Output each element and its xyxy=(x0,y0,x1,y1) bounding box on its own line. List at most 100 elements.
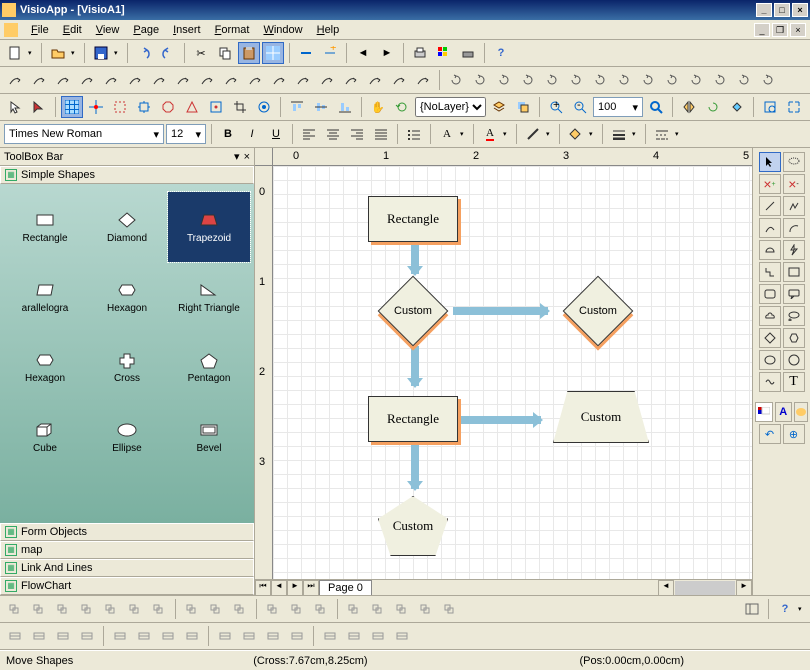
align-top-button[interactable] xyxy=(286,96,308,118)
bt1-17[interactable] xyxy=(439,598,461,620)
diamond-handle-button[interactable] xyxy=(205,96,227,118)
triangle-button[interactable] xyxy=(181,96,203,118)
dimensions-button[interactable] xyxy=(133,96,155,118)
menu-window[interactable]: Window xyxy=(256,22,309,38)
rp-back[interactable]: ↶ xyxy=(759,424,781,444)
bt1-4[interactable] xyxy=(100,598,122,620)
bt1-10[interactable] xyxy=(262,598,284,620)
page-tab[interactable]: Page 0 xyxy=(319,580,372,596)
bt2-4[interactable] xyxy=(109,625,131,647)
close-button[interactable]: × xyxy=(792,3,808,17)
prev-button[interactable]: ◄ xyxy=(352,42,374,64)
rp-line[interactable] xyxy=(759,196,781,216)
underline-button[interactable]: U xyxy=(265,123,287,145)
help-button[interactable]: ? xyxy=(490,42,512,64)
rp-text[interactable]: T xyxy=(783,372,805,392)
bt2-12[interactable] xyxy=(319,625,341,647)
bt1-7[interactable] xyxy=(181,598,203,620)
shape-cube[interactable]: Cube xyxy=(4,402,86,472)
refresh-button[interactable] xyxy=(391,96,413,118)
rotate-style-1[interactable] xyxy=(469,69,491,91)
bt1-16[interactable] xyxy=(415,598,437,620)
shape-cross[interactable]: Cross xyxy=(86,332,168,402)
bt2-5[interactable] xyxy=(133,625,155,647)
node-n2[interactable]: Custom xyxy=(378,276,449,347)
rotate-style-9[interactable] xyxy=(661,69,683,91)
align-center-button[interactable] xyxy=(322,123,344,145)
fill-color-button[interactable] xyxy=(565,123,587,145)
shape-trapezoid[interactable]: Trapezoid xyxy=(168,192,250,262)
rp-fwd[interactable]: ⊕ xyxy=(783,424,805,444)
zoom-page-button[interactable] xyxy=(759,96,781,118)
snap-button[interactable] xyxy=(85,96,107,118)
menu-view[interactable]: View xyxy=(89,22,127,38)
zoom-fit-button[interactable] xyxy=(645,96,667,118)
category-link-lines[interactable]: ▦Link And Lines xyxy=(0,559,254,577)
cut-button[interactable]: ✂ xyxy=(190,42,212,64)
bt1-15[interactable] xyxy=(391,598,413,620)
rotate-style-7[interactable] xyxy=(613,69,635,91)
rp-curve[interactable] xyxy=(759,218,781,238)
flip-h-button[interactable] xyxy=(678,96,700,118)
rotate-button[interactable] xyxy=(702,96,724,118)
bt2-14[interactable] xyxy=(367,625,389,647)
bt2-3[interactable] xyxy=(76,625,98,647)
menu-page[interactable]: Page xyxy=(126,22,166,38)
arrow-style-4[interactable] xyxy=(100,69,122,91)
link-add-button[interactable]: + xyxy=(319,42,341,64)
arrow-style-0[interactable] xyxy=(4,69,26,91)
font-size-up-button[interactable]: A xyxy=(436,123,458,145)
rp-flag[interactable] xyxy=(755,402,773,422)
front-button[interactable] xyxy=(512,96,534,118)
rp-circle[interactable] xyxy=(783,350,805,370)
target-button[interactable] xyxy=(253,96,275,118)
menu-help[interactable]: Help xyxy=(310,22,347,38)
hline-button[interactable] xyxy=(295,42,317,64)
bt2-11[interactable] xyxy=(286,625,308,647)
bt2-1[interactable] xyxy=(28,625,50,647)
justify-button[interactable] xyxy=(370,123,392,145)
select-shape-button[interactable] xyxy=(109,96,131,118)
mdi-close-button[interactable]: × xyxy=(790,23,806,37)
arrow-style-1[interactable] xyxy=(28,69,50,91)
category-map[interactable]: ▦map xyxy=(0,541,254,559)
menu-edit[interactable]: Edit xyxy=(56,22,89,38)
undo-button[interactable] xyxy=(133,42,155,64)
rp-polyline[interactable] xyxy=(783,196,805,216)
align-bottom-button[interactable] xyxy=(334,96,356,118)
scroll-horizontal[interactable]: ⏮◄►⏭ Page 0 ◄► xyxy=(255,579,752,595)
arrow-style-3[interactable] xyxy=(76,69,98,91)
bt1-11[interactable] xyxy=(286,598,308,620)
rp-arc[interactable] xyxy=(783,218,805,238)
bt2-13[interactable] xyxy=(343,625,365,647)
expand-button[interactable] xyxy=(783,96,805,118)
bt1-8[interactable] xyxy=(205,598,227,620)
category-view-button[interactable] xyxy=(741,598,763,620)
rotate-style-2[interactable] xyxy=(493,69,515,91)
bt2-9[interactable] xyxy=(238,625,260,647)
bt2-6[interactable] xyxy=(157,625,179,647)
zoom-out-button[interactable]: - xyxy=(569,96,591,118)
open-button[interactable] xyxy=(47,42,69,64)
canvas[interactable]: RectangleCustomCustomRectangleCustomCust… xyxy=(273,166,752,579)
shape-right-triangle[interactable]: Right Triangle xyxy=(168,262,250,332)
rp-rect-icon[interactable] xyxy=(783,262,805,282)
layers-button[interactable] xyxy=(488,96,510,118)
bullets-button[interactable] xyxy=(403,123,425,145)
help2-button[interactable]: ? xyxy=(774,598,796,620)
arrow-style-7[interactable] xyxy=(172,69,194,91)
bt1-9[interactable] xyxy=(229,598,251,620)
font-combo[interactable]: Times New Roman▾ xyxy=(4,124,164,144)
node-n1[interactable]: Rectangle xyxy=(368,196,458,242)
node-n3[interactable]: Custom xyxy=(563,276,634,347)
rotate-style-3[interactable] xyxy=(517,69,539,91)
rp-half[interactable] xyxy=(759,240,781,260)
arrow-style-16[interactable] xyxy=(388,69,410,91)
bt2-2[interactable] xyxy=(52,625,74,647)
rotate-style-12[interactable] xyxy=(733,69,755,91)
arrow-style-10[interactable] xyxy=(244,69,266,91)
maximize-button[interactable]: □ xyxy=(774,3,790,17)
redo-button[interactable] xyxy=(157,42,179,64)
arrow-style-11[interactable] xyxy=(268,69,290,91)
shape-hexagon[interactable]: Hexagon xyxy=(86,262,168,332)
